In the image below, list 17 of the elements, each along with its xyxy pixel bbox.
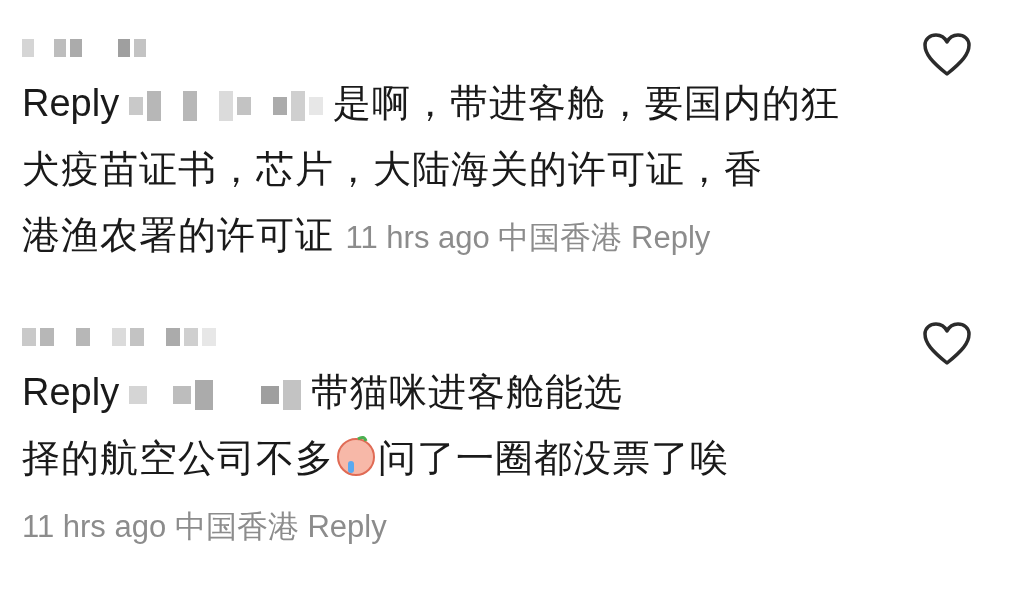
reply-label: Reply	[22, 82, 120, 124]
comment-location: 中国香港	[498, 220, 623, 255]
heart-icon[interactable]	[922, 321, 972, 367]
comment-location: 中国香港	[174, 509, 299, 544]
comment-time: 11 hrs ago	[345, 220, 490, 255]
comment-text: 是啊，带进客舱，要国内的狂	[333, 82, 841, 124]
comment-text: 带猫咪进客舱能选	[311, 371, 624, 413]
reply-link[interactable]: Reply	[631, 220, 711, 255]
comment-text: 犬疫苗证书，芯片，大陆海关的许可证，香	[22, 148, 763, 190]
comment-text: 港渔农署的许可证	[22, 214, 334, 256]
comment-text: 择的航空公司不多	[22, 437, 334, 479]
heart-icon[interactable]	[922, 32, 972, 78]
comment-text: 问了一圈都没票了唉	[378, 437, 729, 479]
comment-time: 11 hrs ago	[22, 509, 167, 544]
emoji-icon	[334, 433, 378, 477]
reply-link[interactable]: Reply	[307, 509, 387, 544]
reply-label: Reply	[22, 371, 120, 413]
